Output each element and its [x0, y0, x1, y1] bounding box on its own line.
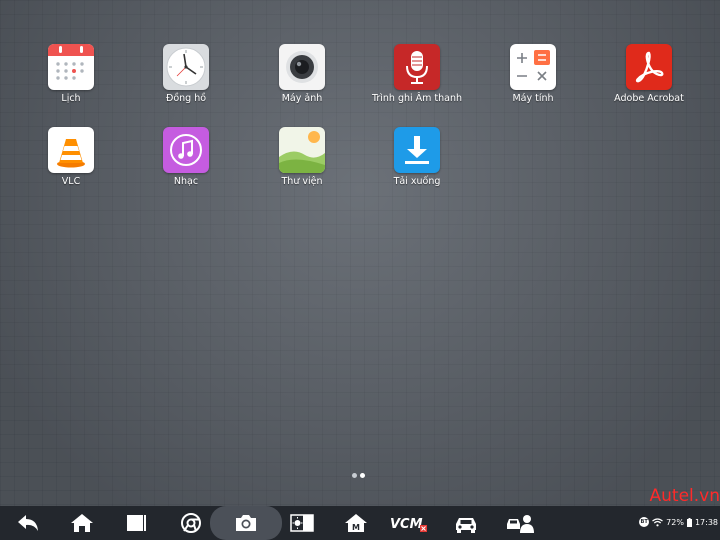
recent-apps-button[interactable]	[116, 506, 156, 540]
watermark-logo: Autel.vn	[649, 486, 720, 506]
app-music[interactable]: Nhạc	[131, 127, 241, 187]
download-icon	[394, 127, 440, 173]
app-calendar[interactable]: Lịch	[16, 44, 126, 104]
app-label: Máy ảnh	[281, 93, 323, 104]
car-button[interactable]	[446, 506, 486, 540]
microphone-icon	[394, 44, 440, 90]
app-label: Máy tính	[512, 93, 554, 104]
status-bar: BT 72% 17:38	[639, 517, 718, 527]
battery-icon	[686, 517, 692, 527]
app-label: Lịch	[61, 93, 81, 104]
app-calculator[interactable]: Máy tính	[478, 44, 588, 104]
gallery-icon	[279, 127, 325, 173]
battery-percent: 72%	[666, 517, 684, 527]
maintenance-home-button[interactable]: M	[336, 506, 376, 540]
page-dot[interactable]	[352, 473, 357, 478]
wifi-icon	[652, 517, 664, 526]
chrome-icon	[181, 513, 201, 533]
brightness-button[interactable]	[282, 506, 322, 540]
recent-apps-icon	[127, 515, 146, 531]
vlc-cone-icon	[48, 127, 94, 173]
acrobat-icon	[626, 44, 672, 90]
app-sound-recorder[interactable]: Trình ghi Âm thanh	[362, 44, 472, 104]
app-downloads[interactable]: Tải xuống	[362, 127, 472, 187]
app-label: Thư viện	[281, 176, 323, 187]
technician-icon	[507, 515, 534, 533]
brightness-icon	[290, 514, 314, 532]
app-label: Tải xuống	[393, 176, 441, 187]
app-camera[interactable]: Máy ảnh	[247, 44, 357, 104]
technician-button[interactable]	[501, 506, 541, 540]
app-clock[interactable]: Đồng hồ	[131, 44, 241, 104]
page-indicator	[352, 463, 368, 478]
camera-lens-icon	[279, 44, 325, 90]
vcm-label: VCM	[390, 517, 423, 532]
calculator-icon	[510, 44, 556, 90]
calendar-icon	[48, 44, 94, 90]
m-label: M	[352, 523, 360, 532]
app-label: Trình ghi Âm thanh	[371, 93, 463, 104]
home-icon	[71, 514, 93, 532]
app-gallery[interactable]: Thư viện	[247, 127, 357, 187]
clock-icon	[163, 44, 209, 90]
navigation-bar: M VCM	[0, 506, 720, 540]
back-button[interactable]	[8, 506, 48, 540]
app-label: Adobe Acrobat	[614, 93, 684, 104]
app-label: VLC	[61, 176, 81, 187]
back-icon	[18, 515, 38, 531]
app-vlc[interactable]: VLC	[16, 127, 126, 187]
clock-time: 17:38	[694, 517, 718, 527]
page-dot-current[interactable]	[360, 473, 365, 478]
screenshot-button[interactable]	[210, 506, 282, 540]
music-note-icon	[163, 127, 209, 173]
screenshot-camera-icon	[236, 515, 256, 531]
home-button[interactable]	[62, 506, 102, 540]
chrome-button[interactable]	[171, 506, 211, 540]
app-label: Đồng hồ	[165, 93, 207, 104]
maintenance-home-icon: M	[345, 514, 367, 532]
car-icon	[456, 518, 476, 533]
bluetooth-status-icon: BT	[639, 517, 650, 527]
vcmi-button[interactable]: VCM	[388, 506, 428, 540]
app-label: Nhạc	[173, 176, 199, 187]
vcmi-icon: VCM	[390, 517, 427, 532]
app-adobe-acrobat[interactable]: Adobe Acrobat	[594, 44, 704, 104]
